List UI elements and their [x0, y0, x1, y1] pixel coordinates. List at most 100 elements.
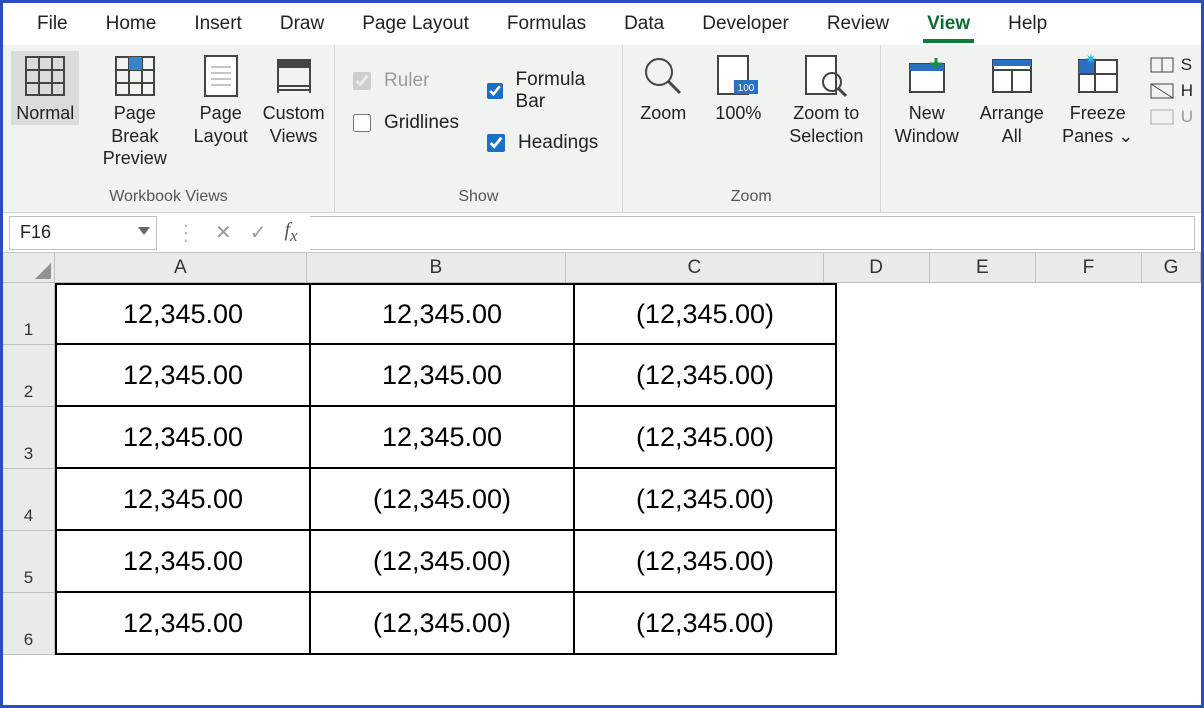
cell-A5[interactable]: 12,345.00	[55, 531, 311, 593]
col-header-C[interactable]: C	[566, 253, 824, 283]
col-header-G[interactable]: G	[1142, 253, 1201, 283]
page-layout-icon	[199, 54, 243, 98]
cell-A2[interactable]: 12,345.00	[55, 345, 311, 407]
cancel-formula-button[interactable]: ✕	[215, 220, 232, 245]
ruler-checkbox-input[interactable]	[353, 72, 371, 90]
cell-C5[interactable]: (12,345.00)	[575, 531, 837, 593]
enter-formula-button[interactable]: ✓	[250, 220, 267, 245]
cell-F1[interactable]	[1053, 283, 1161, 345]
cell-B5[interactable]: (12,345.00)	[311, 531, 575, 593]
headings-checkbox-input[interactable]	[487, 134, 505, 152]
excel-window: File Home Insert Draw Page Layout Formul…	[0, 0, 1204, 708]
menu-formulas[interactable]: Formulas	[507, 13, 586, 35]
name-box-dropdown-icon[interactable]	[138, 227, 150, 235]
insert-function-button[interactable]: fx	[285, 219, 298, 246]
row-header-6[interactable]: 6	[3, 593, 55, 655]
new-window-button[interactable]: New Window	[889, 51, 965, 147]
menu-view[interactable]: View	[927, 13, 970, 35]
cell-C6[interactable]: (12,345.00)	[575, 593, 837, 655]
cell-A4[interactable]: 12,345.00	[55, 469, 311, 531]
cell-F3[interactable]	[1053, 407, 1161, 469]
cell-B3[interactable]: 12,345.00	[311, 407, 575, 469]
cell-C1[interactable]: (12,345.00)	[575, 283, 837, 345]
menu-data[interactable]: Data	[624, 13, 664, 35]
cell-C2[interactable]: (12,345.00)	[575, 345, 837, 407]
gridlines-checkbox-input[interactable]	[353, 114, 371, 132]
row-header-5[interactable]: 5	[3, 531, 55, 593]
cell-E3[interactable]	[945, 407, 1053, 469]
zoom-to-selection-label: Zoom to Selection	[781, 102, 872, 147]
cell-B4[interactable]: (12,345.00)	[311, 469, 575, 531]
menu-draw[interactable]: Draw	[280, 13, 324, 35]
gridlines-checkbox[interactable]: Gridlines	[349, 111, 459, 135]
cell-D1[interactable]	[837, 283, 945, 345]
normal-view-button[interactable]: Normal	[11, 51, 79, 125]
col-header-B[interactable]: B	[307, 253, 566, 283]
cell-F4[interactable]	[1053, 469, 1161, 531]
menu-help[interactable]: Help	[1008, 13, 1047, 35]
cell-B6[interactable]: (12,345.00)	[311, 593, 575, 655]
headings-checkbox[interactable]: Headings	[483, 131, 606, 155]
cell-A6[interactable]: 12,345.00	[55, 593, 311, 655]
cell-A3[interactable]: 12,345.00	[55, 407, 311, 469]
cell-E5[interactable]	[945, 531, 1053, 593]
zoom-to-selection-button[interactable]: Zoom to Selection	[781, 51, 872, 147]
menu-review[interactable]: Review	[827, 13, 889, 35]
formula-bar-checkbox-input[interactable]	[487, 82, 503, 100]
cell-B2[interactable]: 12,345.00	[311, 345, 575, 407]
col-header-F[interactable]: F	[1036, 253, 1142, 283]
cell-D5[interactable]	[837, 531, 945, 593]
hide-icon	[1149, 82, 1175, 100]
cell-F6[interactable]	[1053, 593, 1161, 655]
ruler-checkbox[interactable]: Ruler	[349, 69, 459, 93]
unhide-button[interactable]: U	[1149, 107, 1193, 127]
row-header-3[interactable]: 3	[3, 407, 55, 469]
custom-views-button[interactable]: Custom Views	[261, 51, 326, 147]
menu-bar: File Home Insert Draw Page Layout Formul…	[3, 3, 1201, 45]
cell-D4[interactable]	[837, 469, 945, 531]
cell-F2[interactable]	[1053, 345, 1161, 407]
cell-B1[interactable]: 12,345.00	[311, 283, 575, 345]
name-box[interactable]: F16	[9, 216, 157, 250]
cell-D6[interactable]	[837, 593, 945, 655]
headings-label: Headings	[518, 132, 598, 154]
zoom-icon	[641, 54, 685, 98]
page-layout-label: Page Layout	[190, 102, 251, 147]
page-layout-button[interactable]: Page Layout	[190, 51, 251, 147]
arrange-all-button[interactable]: Arrange All	[975, 51, 1049, 147]
row-headers: 1 2 3 4 5 6	[3, 253, 55, 708]
split-button[interactable]: S	[1149, 55, 1193, 75]
zoom-label: Zoom	[640, 102, 686, 125]
col-header-D[interactable]: D	[824, 253, 930, 283]
cell-E6[interactable]	[945, 593, 1053, 655]
cell-E4[interactable]	[945, 469, 1053, 531]
cell-E2[interactable]	[945, 345, 1053, 407]
formula-bar-checkbox[interactable]: Formula Bar	[483, 69, 606, 113]
zoom-100-button[interactable]: 100 100%	[706, 51, 771, 125]
col-header-A[interactable]: A	[55, 253, 307, 283]
menu-home[interactable]: Home	[106, 13, 157, 35]
zoom-button[interactable]: Zoom	[631, 51, 696, 125]
formula-input[interactable]	[310, 216, 1196, 250]
menu-insert[interactable]: Insert	[194, 13, 242, 35]
row-header-1[interactable]: 1	[3, 283, 55, 345]
menu-developer[interactable]: Developer	[702, 13, 789, 35]
cell-C3[interactable]: (12,345.00)	[575, 407, 837, 469]
ruler-label: Ruler	[384, 70, 429, 92]
select-all-corner[interactable]	[3, 253, 55, 283]
hide-button[interactable]: H	[1149, 81, 1193, 101]
page-break-preview-button[interactable]: Page Break Preview	[89, 51, 180, 170]
cell-F5[interactable]	[1053, 531, 1161, 593]
cell-D3[interactable]	[837, 407, 945, 469]
cell-E1[interactable]	[945, 283, 1053, 345]
cell-C4[interactable]: (12,345.00)	[575, 469, 837, 531]
freeze-panes-button[interactable]: ✷ Freeze Panes ⌄	[1059, 51, 1137, 147]
arrange-all-label: Arrange All	[975, 102, 1049, 147]
row-header-4[interactable]: 4	[3, 469, 55, 531]
cell-D2[interactable]	[837, 345, 945, 407]
col-header-E[interactable]: E	[930, 253, 1036, 283]
menu-file[interactable]: File	[37, 13, 68, 35]
menu-page-layout[interactable]: Page Layout	[362, 13, 469, 35]
row-header-2[interactable]: 2	[3, 345, 55, 407]
cell-A1[interactable]: 12,345.00	[55, 283, 311, 345]
